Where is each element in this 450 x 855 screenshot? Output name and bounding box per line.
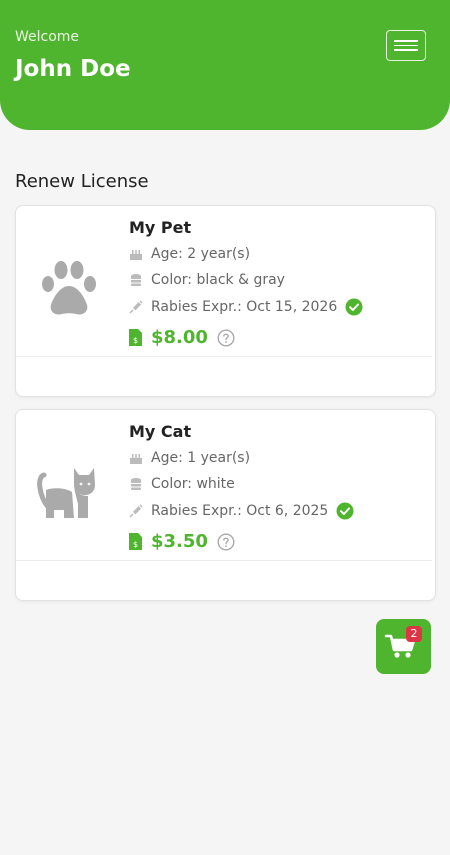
app-header: Welcome John Doe: [0, 0, 450, 130]
menu-bar: [394, 49, 418, 51]
cart-button[interactable]: 2: [376, 619, 431, 674]
pet-age-row: Age: 1 year(s): [129, 450, 250, 466]
pet-color-row: Color: white: [129, 476, 235, 492]
cart-count-badge: 2: [406, 626, 422, 642]
check-circle-icon: [336, 502, 354, 520]
invoice-dollar-icon: $: [129, 329, 142, 346]
database-icon: [131, 274, 141, 286]
pet-price: $8.00: [151, 327, 208, 348]
menu-button[interactable]: [386, 30, 426, 61]
user-name: John Doe: [15, 56, 131, 82]
syringe-icon: [129, 300, 143, 314]
pet-rabies: Rabies Expr.: Oct 15, 2026: [151, 299, 338, 315]
paw-icon: [36, 256, 102, 322]
welcome-label: Welcome: [15, 29, 80, 45]
check-circle-icon: [345, 298, 363, 316]
invoice-dollar-icon: $: [129, 533, 142, 550]
pet-rabies-row: Rabies Expr.: Oct 15, 2026: [129, 298, 363, 316]
svg-text:$: $: [133, 540, 138, 549]
pet-age: Age: 1 year(s): [151, 450, 251, 466]
menu-bar: [394, 40, 418, 42]
cake-icon: [130, 454, 142, 464]
menu-bar: [394, 44, 418, 47]
pet-age-row: Age: 2 year(s): [129, 246, 250, 262]
pet-name: My Pet: [129, 218, 192, 237]
question-circle-icon[interactable]: [217, 532, 235, 551]
svg-text:$: $: [133, 336, 138, 345]
card-divider: [16, 560, 432, 561]
pet-card[interactable]: My Cat Age: 1 year(s) Color: white Rabie…: [15, 409, 436, 601]
pet-rabies: Rabies Expr.: Oct 6, 2025: [151, 503, 329, 519]
database-icon: [131, 478, 141, 490]
pet-rabies-row: Rabies Expr.: Oct 6, 2025: [129, 502, 354, 520]
question-circle-icon[interactable]: [217, 328, 235, 347]
syringe-icon: [129, 504, 143, 518]
pet-color: Color: white: [151, 476, 235, 492]
pet-card[interactable]: My Pet Age: 2 year(s) Color: black & gra…: [15, 205, 436, 397]
pet-age: Age: 2 year(s): [151, 246, 251, 262]
shopping-cart-icon: [384, 634, 416, 658]
pet-name: My Cat: [129, 422, 192, 441]
pet-price-row: $ $8.00: [129, 327, 235, 348]
pet-color: Color: black & gray: [151, 272, 285, 288]
pet-price-row: $ $3.50: [129, 531, 235, 552]
pet-price: $3.50: [151, 531, 208, 552]
section-title: Renew License: [15, 171, 149, 192]
cake-icon: [130, 250, 142, 260]
cat-icon: [36, 460, 102, 526]
pet-color-row: Color: black & gray: [129, 272, 285, 288]
card-divider: [16, 356, 432, 357]
